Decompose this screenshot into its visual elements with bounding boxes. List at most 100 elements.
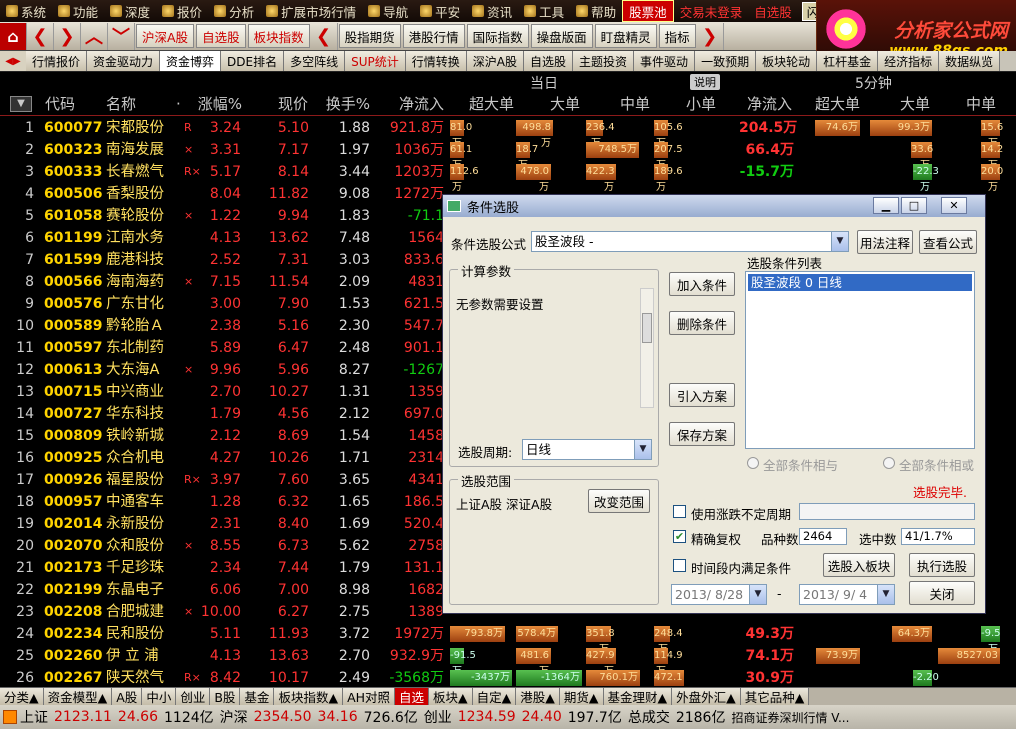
add-to-block-button[interactable]: 选股入板块 — [823, 553, 895, 577]
arrow-up-icon[interactable]: ︿ — [81, 22, 108, 50]
toolbar-button-hs-a[interactable]: 沪深A股 — [136, 24, 195, 48]
tab-item[interactable]: 杠杆基金 — [817, 51, 879, 71]
condition-list[interactable]: 股圣波段 0 日线 — [745, 271, 975, 449]
toolbar-button-hk[interactable]: 港股行情 — [402, 24, 465, 48]
header-price[interactable]: 现价 — [250, 92, 308, 116]
arrow-right-icon[interactable]: ❯ — [54, 22, 81, 50]
toolbar-button-index-futures[interactable]: 股指期货 — [338, 24, 401, 48]
header-name[interactable]: 名称 — [106, 92, 136, 116]
delete-condition-button[interactable]: 删除条件 — [669, 311, 735, 335]
tab-item[interactable]: 事件驱动 — [634, 51, 696, 71]
tab-item[interactable]: DDE排名 — [221, 51, 285, 71]
save-plan-button[interactable]: 保存方案 — [669, 422, 735, 446]
tab-item[interactable]: 多空阵线 — [284, 51, 346, 71]
market-tab[interactable]: AH对照 — [343, 688, 396, 705]
table-row[interactable]: 1600077宋都股份R3.245.101.88921.8万81.0万498.8… — [0, 117, 1016, 149]
header-pct[interactable]: 涨幅% — [186, 92, 242, 116]
header-l-order-5[interactable]: 大单 — [870, 92, 930, 116]
date-to-field[interactable]: 2013/ 9/ 4 ▼ — [799, 584, 895, 605]
header-turnover[interactable]: 换手% — [312, 92, 370, 116]
header-m-order[interactable]: 中单 — [590, 92, 650, 116]
tab-item[interactable]: 主题投资 — [573, 51, 635, 71]
use-range-checkbox[interactable] — [673, 505, 686, 518]
market-tab[interactable]: 基金理财▲ — [603, 688, 673, 705]
or-radio[interactable] — [883, 457, 895, 469]
chevron-down-icon[interactable]: ▼ — [831, 232, 848, 251]
date-from-field[interactable]: 2013/ 8/28 ▼ — [671, 584, 767, 605]
tab-item[interactable]: 行情报价 — [26, 51, 88, 71]
menu-item[interactable]: 资讯 — [466, 0, 518, 22]
toolbar-button-intl-index[interactable]: 国际指数 — [466, 24, 529, 48]
table-row[interactable]: 24 002234 民和股份 5.11 11.93 3.72 1972万 793.8万 578.… — [0, 623, 1016, 655]
home-icon[interactable]: ⌂ — [0, 22, 27, 50]
market-tab[interactable]: 资金模型▲ — [43, 688, 113, 705]
tab-scroll-icon[interactable]: ◀▶ — [0, 51, 26, 71]
menu-item[interactable]: 扩展市场行情 — [260, 0, 362, 22]
market-tab[interactable]: 其它品种▲ — [740, 688, 810, 705]
tab-item[interactable]: 资金博弈 — [160, 51, 222, 71]
period-range-checkbox[interactable] — [673, 559, 686, 572]
maximize-icon[interactable]: □ — [901, 197, 927, 214]
menu-item[interactable]: 平安 — [414, 0, 466, 22]
market-tab[interactable]: 创业 — [176, 688, 211, 705]
header-m-order-5[interactable]: 中单 — [940, 92, 996, 116]
arrow-right-icon[interactable]: ❯ — [697, 22, 724, 50]
market-tab[interactable]: 外盘外汇▲ — [672, 688, 741, 705]
market-tab[interactable]: 板块▲ — [429, 688, 473, 705]
header-xl-order-5[interactable]: 超大单 — [800, 92, 860, 116]
chevron-down-icon[interactable]: ▼ — [634, 440, 651, 459]
menu-item-red[interactable]: 自选股 — [748, 0, 798, 22]
arrow-down-icon[interactable]: ﹀ — [108, 22, 135, 50]
market-tab[interactable]: 分类▲ — [0, 688, 44, 705]
menu-item[interactable]: 报价 — [156, 0, 208, 22]
chevron-down-icon[interactable]: ▼ — [877, 585, 894, 604]
change-range-button[interactable]: 改变范围 — [588, 489, 650, 513]
view-formula-button[interactable]: 查看公式 — [919, 230, 977, 254]
menu-item[interactable]: 帮助 — [570, 0, 622, 22]
header-net-inflow-5[interactable]: 净流入 — [730, 92, 792, 116]
close-icon[interactable]: ✕ — [941, 197, 967, 214]
table-row[interactable]: 3 600333 长春燃气 R× 5.17 8.14 3.44 1203万 112.6万 478.… — [0, 161, 1016, 193]
column-menu-icon[interactable]: ▼ — [10, 96, 32, 112]
tab-item[interactable]: 自选股 — [524, 51, 574, 71]
header-xl-order[interactable]: 超大单 — [452, 92, 514, 116]
minimize-icon[interactable]: ▁ — [873, 197, 899, 214]
market-tab[interactable]: 板块指数▲ — [274, 688, 344, 705]
dialog-titlebar[interactable]: 条件选股 ▁ □ ✕ — [443, 195, 985, 217]
close-button[interactable]: 关闭 — [909, 581, 975, 605]
add-condition-button[interactable]: 加入条件 — [669, 272, 735, 296]
and-radio[interactable] — [747, 457, 759, 469]
menu-item-red[interactable]: 交易未登录 — [674, 0, 749, 22]
chevron-down-icon[interactable]: ▼ — [749, 585, 766, 604]
usage-button[interactable]: 用法注释 — [857, 230, 913, 254]
market-tab[interactable]: 港股▲ — [516, 688, 560, 705]
toolbar-button-indicator[interactable]: 指标 — [658, 24, 696, 48]
exact-adjust-checkbox[interactable]: ✔ — [673, 530, 686, 543]
tab-item[interactable]: 行情转换 — [405, 51, 467, 71]
header-net-inflow[interactable]: 净流入 — [380, 92, 444, 116]
market-tab[interactable]: 基金 — [240, 688, 275, 705]
market-tab[interactable]: 中小 — [142, 688, 177, 705]
tab-item[interactable]: 一致预期 — [695, 51, 757, 71]
tab-item[interactable]: 板块轮动 — [756, 51, 818, 71]
menu-item[interactable]: 系统 — [0, 0, 52, 22]
toolbar-button-watchlist[interactable]: 自选股 — [196, 24, 246, 48]
toolbar-button-block-index[interactable]: 板块指数 — [247, 24, 310, 48]
header-l-order[interactable]: 大单 — [520, 92, 580, 116]
params-scrollbar[interactable] — [640, 288, 654, 408]
import-plan-button[interactable]: 引入方案 — [669, 383, 735, 407]
toolbar-button-monitor[interactable]: 盯盘精灵 — [594, 24, 657, 48]
arrow-left-icon[interactable]: ❮ — [311, 22, 338, 50]
tab-item[interactable]: 经济指标 — [878, 51, 940, 71]
tab-item[interactable]: 数据纵览 — [939, 51, 1001, 71]
menu-item[interactable]: 功能 — [52, 0, 104, 22]
menu-item[interactable]: 分析 — [208, 0, 260, 22]
period-select[interactable]: 日线 ▼ — [522, 439, 652, 460]
market-tab[interactable]: B股 — [210, 688, 241, 705]
tab-item[interactable]: 资金驱动力 — [87, 51, 161, 71]
range-period-field[interactable] — [799, 503, 975, 520]
run-select-button[interactable]: 执行选股 — [909, 553, 975, 577]
tab-item[interactable]: 深沪A股 — [466, 51, 525, 71]
market-tab[interactable]: 期货▲ — [559, 688, 604, 705]
arrow-left-icon[interactable]: ❮ — [27, 22, 54, 50]
